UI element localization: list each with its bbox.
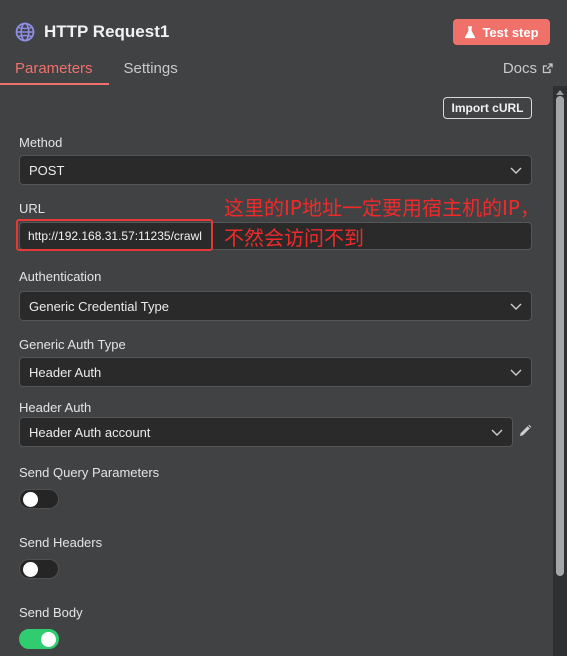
external-link-icon xyxy=(542,63,553,74)
chevron-down-icon xyxy=(510,165,522,175)
tab-bar: Parameters Settings xyxy=(0,58,178,86)
scrollbar[interactable] xyxy=(553,86,567,656)
toggle-knob xyxy=(23,562,38,577)
docs-link[interactable]: Docs xyxy=(503,60,553,77)
docs-label: Docs xyxy=(502,60,537,77)
title-row: HTTP Request1 xyxy=(14,18,169,46)
generic-auth-type-label: Generic Auth Type xyxy=(19,337,126,352)
method-select[interactable]: POST xyxy=(19,155,532,185)
send-body-toggle[interactable] xyxy=(19,629,59,649)
header-auth-select[interactable]: Header Auth account xyxy=(19,417,513,447)
toggle-knob xyxy=(23,492,38,507)
authentication-select[interactable]: Generic Credential Type xyxy=(19,291,532,321)
chevron-down-icon xyxy=(510,301,522,311)
globe-icon xyxy=(14,21,36,43)
send-query-parameters-toggle[interactable] xyxy=(19,489,59,509)
tab-settings[interactable]: Settings xyxy=(124,58,178,85)
test-step-label: Test step xyxy=(482,24,539,40)
scroll-thumb[interactable] xyxy=(556,96,564,576)
annotation-line-1: 这里的IP地址一定要用宿主机的IP， xyxy=(224,196,540,220)
send-body-label: Send Body xyxy=(19,605,83,620)
send-query-parameters-label: Send Query Parameters xyxy=(19,465,160,480)
generic-auth-type-select[interactable]: Header Auth xyxy=(19,357,532,387)
chevron-down-icon xyxy=(491,427,503,437)
header-auth-label: Header Auth xyxy=(19,400,92,415)
pencil-icon[interactable] xyxy=(518,424,532,438)
test-step-button[interactable]: Test step xyxy=(453,19,550,45)
node-title: HTTP Request1 xyxy=(44,22,170,41)
flask-icon xyxy=(464,25,476,39)
generic-auth-type-value: Header Auth xyxy=(29,364,102,380)
url-highlight-box xyxy=(16,219,213,251)
node-header: HTTP Request1 Test step Parameters Setti… xyxy=(0,0,567,86)
url-label: URL xyxy=(19,201,46,216)
authentication-value: Generic Credential Type xyxy=(29,298,169,314)
annotation-line-2: 不然会访问不到 xyxy=(224,226,364,250)
method-value: POST xyxy=(29,162,65,178)
header-auth-value: Header Auth account xyxy=(29,424,151,440)
method-label: Method xyxy=(19,135,63,150)
import-curl-button[interactable]: Import cURL xyxy=(443,97,532,119)
chevron-down-icon xyxy=(510,367,522,377)
send-headers-toggle[interactable] xyxy=(19,559,59,579)
send-headers-label: Send Headers xyxy=(19,535,103,550)
tab-parameters[interactable]: Parameters xyxy=(0,58,109,85)
authentication-label: Authentication xyxy=(19,269,102,284)
scroll-up-arrow-icon[interactable] xyxy=(556,90,564,95)
toggle-knob xyxy=(41,632,56,647)
